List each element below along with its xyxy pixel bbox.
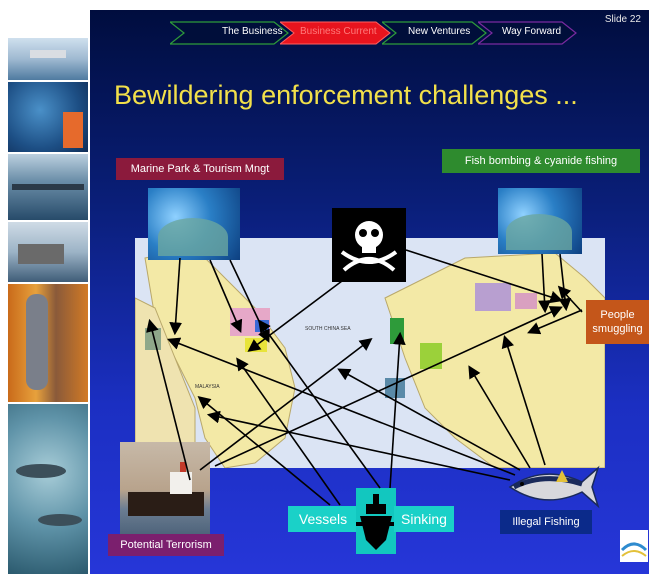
tuna-school-photo <box>8 404 88 574</box>
fish-cages-photo <box>8 154 88 220</box>
tuna-catch-photo <box>8 284 88 402</box>
fishing-net-photo <box>8 82 88 152</box>
slide: Slide 22 The Business Business Current N… <box>90 10 649 574</box>
arrows-overlay <box>146 249 583 506</box>
left-photo-strip <box>8 38 88 574</box>
trawler-photo <box>8 38 88 80</box>
fishing-boat-photo <box>8 222 88 282</box>
